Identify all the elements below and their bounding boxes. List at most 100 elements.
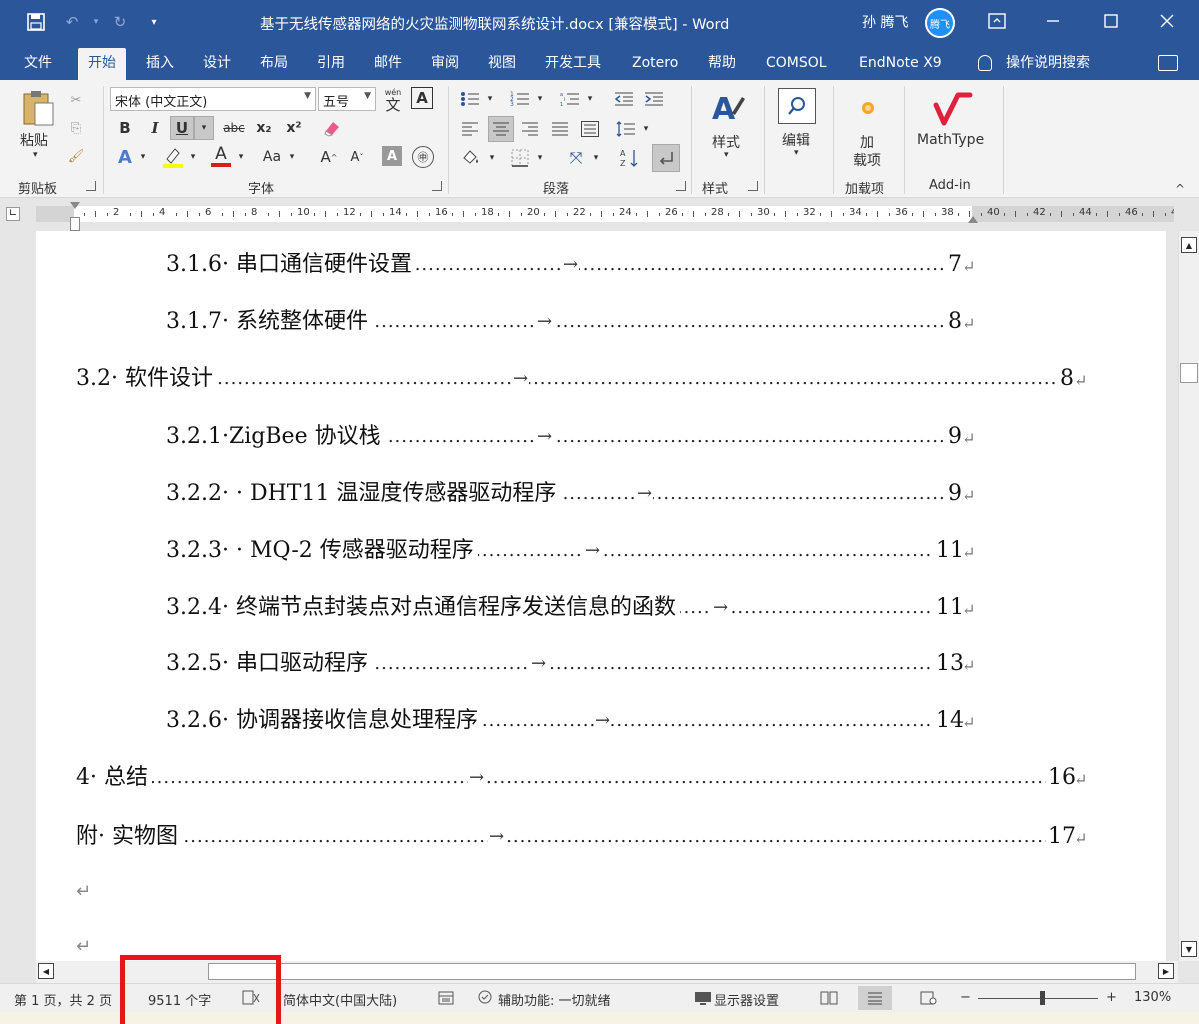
toc-entry[interactable]: ........................................… <box>76 763 1112 793</box>
tab-mailings[interactable]: 邮件 <box>364 48 412 80</box>
toc-entry[interactable]: ........................................… <box>166 536 1000 566</box>
highlight-icon[interactable] <box>160 144 186 170</box>
accessibility-icon[interactable] <box>476 990 494 1006</box>
zoom-level[interactable]: 130% <box>1134 990 1171 1005</box>
borders-icon[interactable] <box>508 146 532 170</box>
tab-endnote[interactable]: EndNote X9 <box>849 48 952 80</box>
toc-entry[interactable]: ........................................… <box>76 822 1112 852</box>
zoom-slider-knob[interactable] <box>1040 991 1045 1005</box>
decrease-indent-icon[interactable] <box>612 88 636 110</box>
right-indent-marker[interactable] <box>968 216 978 223</box>
clipboard-icon[interactable] <box>18 88 58 128</box>
line-spacing-dropdown-icon[interactable]: ▾ <box>640 117 652 141</box>
align-center-icon[interactable] <box>488 116 514 142</box>
borders-dropdown-icon[interactable]: ▾ <box>534 146 546 170</box>
tab-insert[interactable]: 插入 <box>136 48 184 80</box>
font-name-combo[interactable]: 宋体 (中文正文) ▼ <box>110 87 316 111</box>
add-ins-label-2[interactable]: 载项 <box>853 150 881 170</box>
toc-entry[interactable]: ........................................… <box>76 364 1112 394</box>
clear-formatting-icon[interactable] <box>320 117 344 139</box>
zoom-out-button[interactable]: − <box>960 990 971 1005</box>
macro-icon[interactable] <box>438 990 456 1006</box>
tell-me-search[interactable]: 操作说明搜索 <box>978 48 1090 80</box>
avatar[interactable]: 腾飞 <box>925 8 955 38</box>
cut-icon[interactable]: ✂ <box>66 90 86 110</box>
language-status[interactable]: 简体中文(中国大陆) <box>283 990 397 1009</box>
paste-dropdown-icon[interactable]: ▾ <box>33 150 38 160</box>
shading-icon[interactable] <box>458 146 484 170</box>
highlight-dropdown-icon[interactable]: ▾ <box>186 146 200 168</box>
toc-entry[interactable]: ........................................… <box>166 649 1000 679</box>
numbering-dropdown-icon[interactable]: ▾ <box>534 88 546 110</box>
search-icon[interactable] <box>778 88 816 124</box>
toc-entry[interactable]: ........................................… <box>166 593 1000 623</box>
minimize-button[interactable] <box>1038 8 1068 34</box>
paragraph-launcher-icon[interactable] <box>676 181 686 191</box>
zoom-slider[interactable] <box>978 998 1098 999</box>
numbering-icon[interactable]: 123 <box>508 88 532 110</box>
maximize-button[interactable] <box>1096 8 1126 34</box>
font-color-icon[interactable]: A <box>208 142 234 170</box>
italic-button[interactable]: I <box>144 117 166 139</box>
character-shading-icon[interactable]: A <box>382 146 402 166</box>
bullets-icon[interactable] <box>458 88 482 110</box>
undo-dropdown-icon[interactable]: ▾ <box>84 10 108 34</box>
first-line-indent-marker[interactable] <box>70 202 80 209</box>
tab-zotero[interactable]: Zotero <box>622 48 688 80</box>
vertical-scrollbar[interactable]: ▲ ▼ <box>1178 231 1199 961</box>
styles-label[interactable]: 样式 <box>712 132 740 152</box>
horizontal-scroll-thumb[interactable] <box>208 963 1136 980</box>
change-case-button[interactable]: Aa <box>258 146 286 168</box>
tab-comsol[interactable]: COMSOL <box>756 48 837 80</box>
scroll-right-arrow-icon[interactable]: ▶ <box>1158 963 1174 979</box>
display-settings-icon[interactable] <box>694 990 712 1006</box>
multilevel-dropdown-icon[interactable]: ▾ <box>584 88 596 110</box>
underline-dropdown-icon[interactable]: ▾ <box>194 116 214 140</box>
collapse-ribbon-icon[interactable]: ^ <box>1175 182 1185 196</box>
underline-button[interactable]: U <box>170 116 194 140</box>
ribbon-display-options-icon[interactable] <box>982 8 1012 34</box>
mathtype-label[interactable]: MathType <box>917 132 984 148</box>
text-effects-icon[interactable]: A <box>114 146 136 168</box>
add-ins-icon[interactable] <box>858 98 878 118</box>
print-layout-icon[interactable] <box>858 986 892 1010</box>
scroll-up-arrow-icon[interactable]: ▲ <box>1181 237 1197 253</box>
show-hide-marks-icon[interactable] <box>652 144 680 172</box>
chinese-layout-icon[interactable]: ⤧ <box>562 146 590 170</box>
zoom-in-button[interactable]: + <box>1106 990 1117 1005</box>
align-left-icon[interactable] <box>458 117 482 141</box>
bold-button[interactable]: B <box>114 117 136 139</box>
tab-references[interactable]: 引用 <box>307 48 355 80</box>
superscript-button[interactable]: x² <box>282 117 306 139</box>
distributed-icon[interactable] <box>578 117 602 141</box>
accessibility-status[interactable]: 辅助功能: 一切就绪 <box>498 990 611 1009</box>
grow-font-button[interactable]: A ^ <box>318 146 340 168</box>
customize-toolbar-icon[interactable]: ▾ <box>142 10 166 34</box>
toc-entry[interactable]: ........................................… <box>166 250 1000 280</box>
phonetic-guide-button[interactable]: wén 文 <box>380 86 406 113</box>
justify-icon[interactable] <box>548 117 572 141</box>
clipboard-launcher-icon[interactable] <box>86 181 96 191</box>
document-page[interactable]: ........................................… <box>36 231 1166 961</box>
copy-icon[interactable]: ⎘ <box>66 118 86 138</box>
subscript-button[interactable]: x₂ <box>252 117 276 139</box>
scroll-left-arrow-icon[interactable]: ◀ <box>38 963 54 979</box>
comments-icon[interactable] <box>1158 55 1178 71</box>
chinese-layout-dropdown-icon[interactable]: ▾ <box>590 146 602 170</box>
font-launcher-icon[interactable] <box>432 181 442 191</box>
styles-dropdown-icon[interactable]: ▾ <box>724 150 729 160</box>
tab-help[interactable]: 帮助 <box>698 48 746 80</box>
left-indent-marker[interactable] <box>70 217 80 231</box>
character-border-button[interactable]: A <box>411 87 433 109</box>
undo-icon[interactable]: ↶ <box>60 10 84 34</box>
increase-indent-icon[interactable] <box>642 88 666 110</box>
tab-design[interactable]: 设计 <box>193 48 241 80</box>
line-spacing-icon[interactable] <box>614 117 638 141</box>
toc-entry[interactable]: ........................................… <box>166 706 1000 736</box>
styles-launcher-icon[interactable] <box>748 181 758 191</box>
editing-dropdown-icon[interactable]: ▾ <box>794 148 799 158</box>
tab-view[interactable]: 视图 <box>478 48 526 80</box>
close-button[interactable] <box>1152 8 1182 34</box>
tab-layout[interactable]: 布局 <box>250 48 298 80</box>
web-layout-icon[interactable] <box>912 986 946 1010</box>
